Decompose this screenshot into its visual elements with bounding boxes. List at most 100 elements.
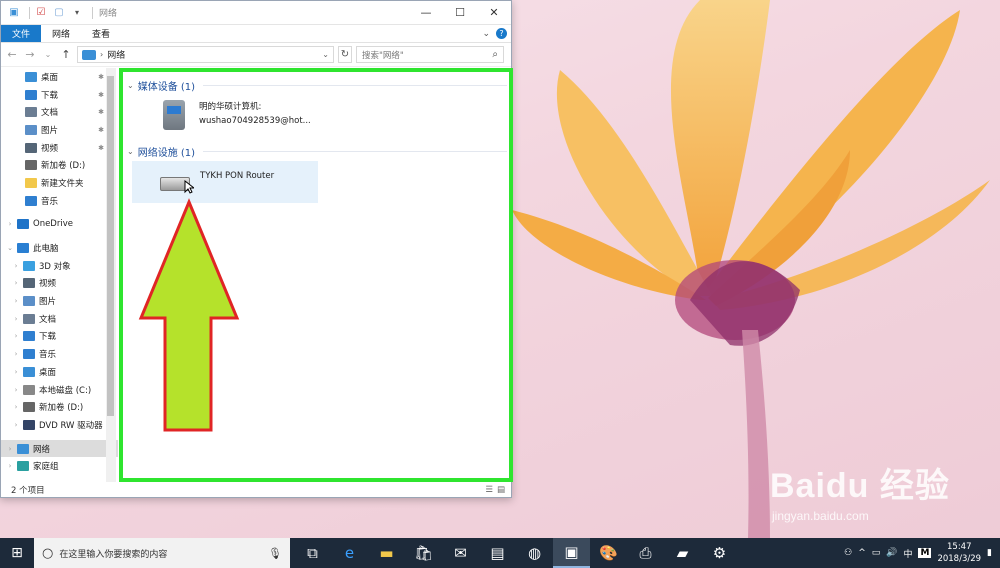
chevron-down-icon[interactable]: ⌄ <box>5 244 15 252</box>
large-icons-view-icon[interactable]: ▤ <box>497 485 505 495</box>
pin-icon[interactable]: ✱ <box>98 108 104 116</box>
system-clock[interactable]: 15:47 2018/3/29 <box>937 541 981 565</box>
photos-icon[interactable]: ▰ <box>664 538 701 568</box>
tab-network[interactable]: 网络 <box>41 25 81 42</box>
sidebar-item[interactable]: › 视频 <box>1 275 118 293</box>
sidebar-item[interactable]: ⌄ 此电脑 <box>1 239 118 257</box>
pin-icon[interactable]: ✱ <box>98 73 104 81</box>
tab-file[interactable]: 文件 <box>1 25 41 42</box>
address-box[interactable]: › 网络 ⌄ <box>77 46 334 63</box>
pin-icon[interactable]: ✱ <box>98 144 104 152</box>
ime-mode-icon[interactable]: M <box>918 548 932 558</box>
sidebar-item[interactable]: › 网络 <box>1 439 118 458</box>
sidebar-item[interactable]: › 桌面 <box>1 363 118 381</box>
printer-icon[interactable]: ⎙ <box>627 538 664 568</box>
chevron-right-icon[interactable]: › <box>11 332 21 340</box>
sidebar-item[interactable]: 图片 ✱ <box>1 121 118 139</box>
sidebar-item[interactable]: › 本地磁盘 (C:) <box>1 381 118 399</box>
sidebar-item[interactable]: › 家庭组 <box>1 457 118 475</box>
ime-indicator[interactable]: 中 <box>903 547 912 560</box>
volume-icon[interactable]: 🔊 <box>886 548 897 558</box>
chevron-right-icon[interactable]: › <box>11 386 21 394</box>
ribbon-tabs: 文件 网络 查看 ⌄ ? <box>1 25 511 43</box>
maximize-button[interactable]: ☐ <box>443 1 477 25</box>
router-device-item[interactable]: TYKH PON Router <box>132 161 318 203</box>
details-view-icon[interactable]: ☰ <box>485 485 493 495</box>
pin-icon[interactable]: ✱ <box>98 126 104 134</box>
chevron-right-icon[interactable]: › <box>11 297 21 305</box>
sidebar-item-label: 视频 <box>39 279 57 290</box>
chevron-right-icon[interactable]: › <box>11 403 21 411</box>
sidebar-item[interactable]: › DVD RW 驱动器 <box>1 416 118 434</box>
sidebar-item[interactable]: › 音乐 <box>1 345 118 363</box>
nav-scrollbar-thumb[interactable] <box>107 76 114 416</box>
forward-arrow-icon[interactable]: → <box>23 48 37 61</box>
start-windows-icon[interactable]: ⊞ <box>0 538 34 568</box>
refresh-button[interactable]: ↻ <box>338 46 352 63</box>
recent-locations-icon[interactable]: ⌄ <box>41 50 55 59</box>
tab-view[interactable]: 查看 <box>81 25 121 42</box>
customize-quick-access-icon[interactable]: ▾ <box>70 6 84 20</box>
mail-icon[interactable]: ✉ <box>442 538 479 568</box>
people-icon[interactable]: ⚇ <box>844 548 852 558</box>
chevron-right-icon[interactable]: › <box>11 350 21 358</box>
sidebar-item[interactable]: 视频 ✱ <box>1 139 118 157</box>
paint-icon[interactable]: 🎨 <box>590 538 627 568</box>
sidebar-item-label: 音乐 <box>39 350 57 361</box>
taskbar: ⊞ ○ 在这里输入你要搜索的内容 🎙 ⧉ e ▬ 🛍 ✉ ▤ ◍ ▣ 🎨 ⎙ ▰… <box>0 538 1000 568</box>
notepad-icon[interactable]: ▤ <box>479 538 516 568</box>
chevron-right-icon[interactable]: › <box>11 315 21 323</box>
sidebar-item[interactable]: › 3D 对象 <box>1 257 118 275</box>
pin-icon[interactable]: ✱ <box>98 91 104 99</box>
notifications-icon[interactable]: ▮ <box>987 548 992 558</box>
sidebar-item[interactable]: 新建文件夹 <box>1 174 118 192</box>
chevron-right-icon[interactable]: › <box>11 262 21 270</box>
sidebar-item[interactable]: 桌面 ✱ <box>1 68 118 86</box>
chevron-right-icon[interactable]: › <box>5 462 15 470</box>
edge-browser-icon[interactable]: e <box>331 538 368 568</box>
sidebar-item[interactable]: 音乐 <box>1 192 118 210</box>
sidebar-item[interactable]: › 新加卷 (D:) <box>1 398 118 416</box>
chevron-right-icon[interactable]: › <box>5 445 15 453</box>
help-icon[interactable]: ? <box>496 28 507 39</box>
media-device-name: 明的华硕计算机: <box>199 102 262 112</box>
chevron-right-icon[interactable]: › <box>5 220 15 228</box>
sidebar-item[interactable]: › 文档 <box>1 310 118 328</box>
back-arrow-icon[interactable]: ← <box>5 48 19 61</box>
task-view-icon[interactable]: ⧉ <box>294 538 331 568</box>
chevron-right-icon[interactable]: › <box>11 279 21 287</box>
tray-expand-icon[interactable]: ^ <box>858 548 866 558</box>
collapse-chevron-icon-2[interactable]: ⌄ <box>127 147 134 156</box>
settings-gear-icon[interactable]: ⚙ <box>701 538 738 568</box>
expand-ribbon-icon[interactable]: ⌄ <box>482 29 490 39</box>
address-dropdown-icon[interactable]: ⌄ <box>322 50 329 59</box>
properties-icon[interactable]: ☑ <box>34 6 48 20</box>
sidebar-item[interactable]: 文档 ✱ <box>1 103 118 121</box>
group-network-infrastructure[interactable]: ⌄ 网络设施 (1) <box>127 144 507 159</box>
new-folder-icon[interactable]: ▢ <box>52 6 66 20</box>
breadcrumb-network[interactable]: 网络 <box>107 48 125 61</box>
microphone-icon[interactable]: 🎙 <box>268 547 282 560</box>
sidebar-item[interactable]: › 图片 <box>1 292 118 310</box>
file-explorer-icon[interactable]: ▬ <box>368 538 405 568</box>
minimize-button[interactable]: — <box>409 1 443 25</box>
collapse-chevron-icon[interactable]: ⌄ <box>127 81 134 90</box>
sidebar-item[interactable]: 下载 ✱ <box>1 86 118 104</box>
chevron-right-icon[interactable]: › <box>11 421 21 429</box>
sidebar-item[interactable]: › OneDrive <box>1 216 118 234</box>
search-input[interactable]: 搜索"网络" ⌕ <box>356 46 504 63</box>
network-tool-icon[interactable]: ◍ <box>516 538 553 568</box>
media-device-item[interactable]: 明的华硕计算机: wushao704928539@hot... <box>163 100 333 134</box>
control-panel-icon[interactable]: ▣ <box>553 538 590 568</box>
group-media-devices[interactable]: ⌄ 媒体设备 (1) <box>127 78 507 93</box>
chevron-right-icon[interactable]: › <box>11 368 21 376</box>
store-icon[interactable]: 🛍 <box>405 538 442 568</box>
sidebar-item-icon <box>23 260 35 271</box>
close-button[interactable]: ✕ <box>477 1 511 25</box>
action-center-icon[interactable]: ▭ <box>872 548 881 558</box>
nav-scrollbar[interactable] <box>106 68 116 482</box>
sidebar-item[interactable]: › 下载 <box>1 328 118 346</box>
taskbar-search-input[interactable]: ○ 在这里输入你要搜索的内容 🎙 <box>34 538 290 568</box>
up-arrow-icon[interactable]: ↑ <box>59 48 73 61</box>
sidebar-item[interactable]: 新加卷 (D:) <box>1 156 118 174</box>
